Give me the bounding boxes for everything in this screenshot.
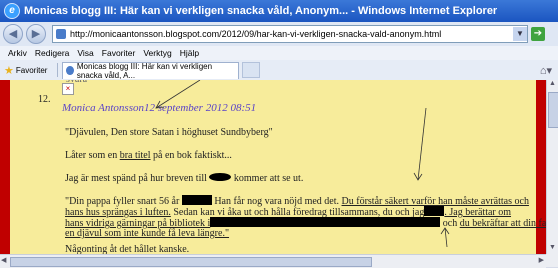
menu-arkiv[interactable]: Arkiv	[8, 48, 27, 58]
address-field[interactable]: http://monicaantonsson.blogspot.com/2012…	[52, 25, 528, 43]
comment-paragraph: Någonting åt det hållet kanske.	[65, 244, 190, 254]
back-button[interactable]: ◀	[3, 24, 23, 44]
text: och	[440, 218, 460, 229]
annotation-arrowhead	[413, 172, 423, 181]
text: på en bok faktiskt...	[150, 150, 232, 161]
menu-favoriter[interactable]: Favoriter	[102, 48, 136, 58]
comment-header: Monica Antonsson12 september 2012 08:51	[62, 102, 256, 114]
tab-label: Monicas blogg III: Här kan vi verkligen …	[76, 61, 213, 80]
redaction-bar	[210, 217, 441, 227]
menu-hjalp[interactable]: Hjälp	[180, 48, 199, 58]
scrollbar-corner	[546, 254, 558, 267]
divider	[57, 63, 59, 77]
menu-bar: Arkiv Redigera Visa Favoriter Verktyg Hj…	[0, 46, 558, 60]
text: kommer att se ut.	[231, 173, 304, 184]
horizontal-scrollbar[interactable]: ◀ ▶	[0, 254, 546, 268]
favorites-button[interactable]: Favoriter	[16, 66, 48, 75]
address-url: http://monicaantonsson.blogspot.com/2012…	[70, 29, 442, 39]
window-title-bar: e Monicas blogg III: Här kan vi verklige…	[0, 0, 558, 22]
broken-image-icon: ×	[62, 83, 74, 95]
menu-visa[interactable]: Visa	[77, 48, 93, 58]
text: Låter som en	[65, 150, 120, 161]
scroll-down-icon[interactable]: ▼	[547, 244, 558, 254]
go-button[interactable]: ➔	[531, 27, 545, 41]
tab-bar: ★ Favoriter Monicas blogg III: Här kan v…	[0, 60, 558, 81]
tab-active[interactable]: Monicas blogg III: Här kan vi verkligen …	[62, 61, 240, 80]
comment-paragraph: Jag är mest spänd på hur breven till kom…	[65, 173, 303, 184]
forward-button[interactable]: ▶	[26, 24, 46, 44]
quote-line: en djävul som inte kunde få leva längre.…	[65, 228, 229, 239]
favorites-star-icon[interactable]: ★	[4, 64, 14, 77]
annotation-arrow	[417, 107, 427, 181]
scroll-up-icon[interactable]: ▲	[547, 80, 558, 90]
underlined-text: du bekräftar att din far var	[459, 218, 546, 229]
underlined-text: en djävul som inte kunde få leva längre.…	[65, 228, 230, 239]
comment-paragraph: "Djävulen, Den store Satan i höghuset Su…	[65, 127, 273, 138]
menu-redigera[interactable]: Redigera	[35, 48, 70, 58]
vertical-scrollbar[interactable]: ▲ ▼	[546, 80, 558, 254]
scroll-left-icon[interactable]: ◀	[1, 256, 6, 264]
address-bar: ◀ ▶ http://monicaantonsson.blogspot.com/…	[0, 22, 558, 47]
ie-logo-icon: e	[4, 3, 20, 19]
page-viewport: svara × 12. Monica Antonsson12 september…	[0, 80, 546, 254]
redaction-bar	[181, 195, 212, 205]
menu-verktyg[interactable]: Verktyg	[143, 48, 171, 58]
window-title: Monicas blogg III: Här kan vi verkligen …	[24, 5, 498, 17]
comment-paragraph: Låter som en bra titel på en bok faktisk…	[65, 150, 232, 161]
text: Jag är mest spänd på hur breven till	[65, 173, 210, 184]
redaction-blob	[209, 173, 232, 181]
home-icon[interactable]: ⌂▾	[540, 64, 552, 77]
underlined-text: bra titel	[119, 150, 151, 161]
redaction-bar	[424, 206, 445, 216]
address-dropdown-icon[interactable]: ▼	[513, 27, 527, 41]
new-tab-button[interactable]	[242, 62, 261, 78]
comment-number: 12.	[38, 94, 51, 105]
comment-author-link[interactable]: Monica Antonsson	[62, 102, 144, 114]
comment-timestamp[interactable]: 12 september 2012 08:51	[144, 102, 256, 114]
annotation-arrow	[444, 227, 448, 248]
scroll-right-icon[interactable]: ▶	[539, 256, 544, 264]
blog-comment-area: svara × 12. Monica Antonsson12 september…	[10, 80, 546, 254]
tab-favicon-icon	[66, 66, 74, 75]
horizontal-scroll-thumb[interactable]	[10, 257, 372, 267]
page-favicon-icon	[56, 29, 66, 39]
vertical-scroll-thumb[interactable]	[548, 92, 558, 128]
